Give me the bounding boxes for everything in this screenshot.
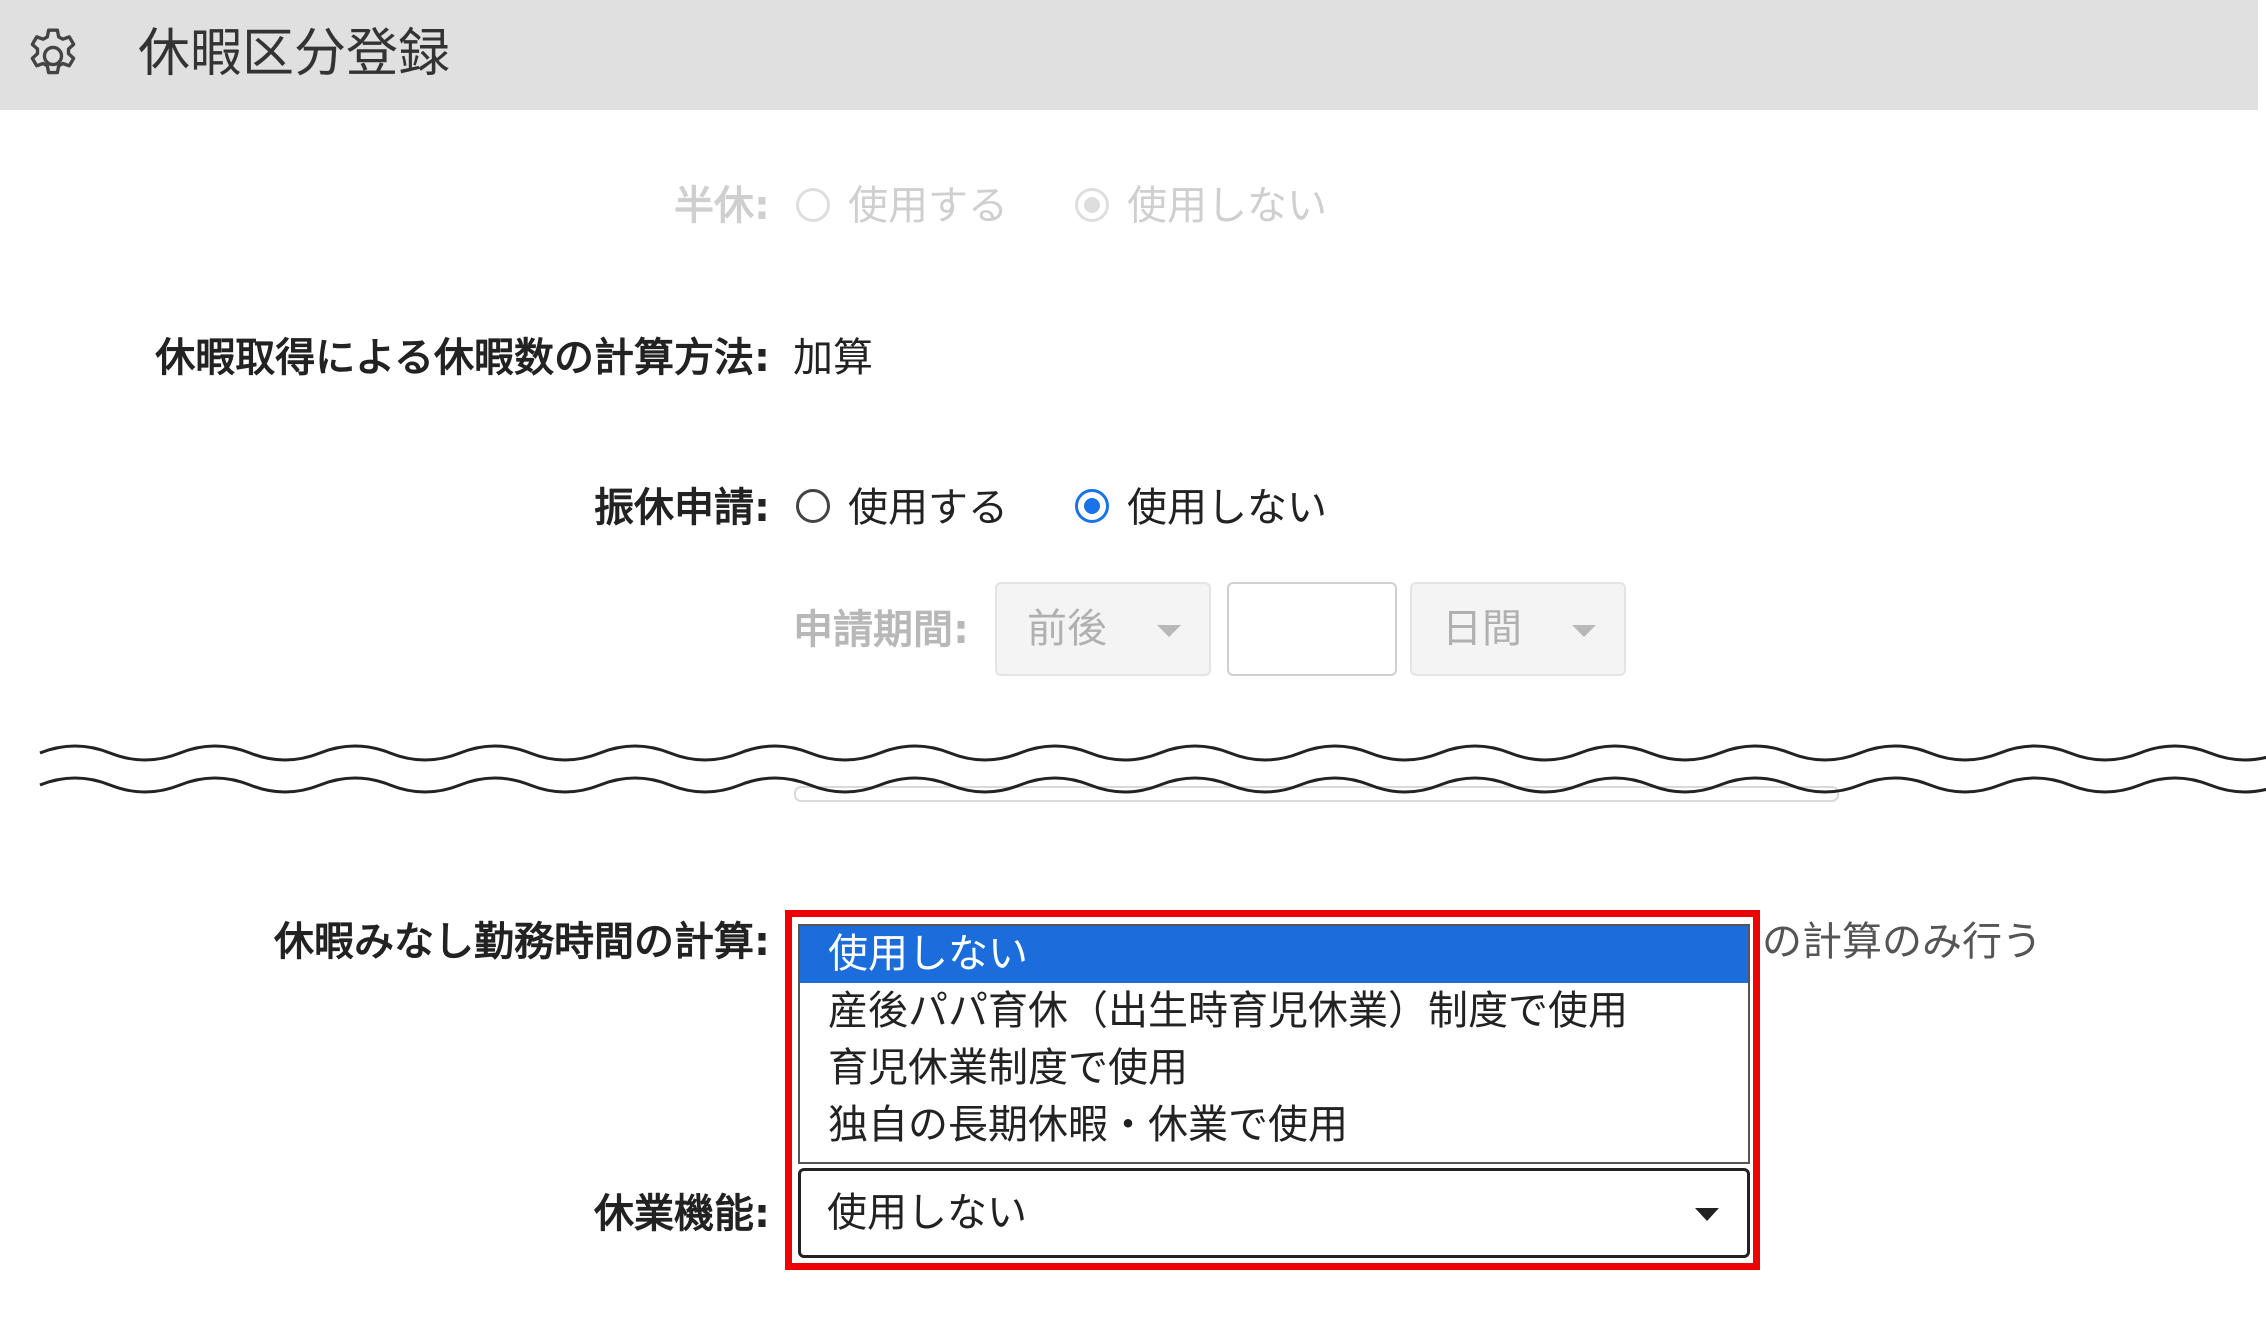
leave-function-dropdown-list[interactable]: 使用しない 産後パパ育休（出生時育児休業）制度で使用 育児休業制度で使用 独自の… bbox=[798, 924, 1750, 1164]
dropdown-option-paternity[interactable]: 産後パパ育休（出生時育児休業）制度で使用 bbox=[800, 983, 1748, 1040]
period-value-input[interactable] bbox=[1227, 582, 1397, 676]
deemed-hours-label: 休暇みなし勤務時間の計算: bbox=[274, 919, 770, 965]
substitute-option-use: 使用する bbox=[848, 485, 1008, 531]
substitute-radio-not-use[interactable] bbox=[1075, 489, 1109, 523]
deemed-hours-option-tail: の計算のみ行う bbox=[1762, 919, 2042, 965]
half-day-radio-use[interactable] bbox=[796, 188, 830, 222]
leave-function-select[interactable]: 使用しない bbox=[798, 1168, 1750, 1258]
half-day-label: 半休: bbox=[674, 183, 770, 229]
leave-function-selected-value: 使用しない bbox=[827, 1190, 1027, 1236]
dropdown-option-custom-leave[interactable]: 独自の長期休暇・休業で使用 bbox=[800, 1097, 1748, 1154]
page-title: 休暇区分登録 bbox=[138, 24, 451, 84]
period-unit-value: 日間 bbox=[1442, 606, 1522, 652]
chevron-down-icon bbox=[1695, 1208, 1719, 1221]
gear-icon[interactable] bbox=[22, 25, 84, 87]
dropdown-option-not-use[interactable]: 使用しない bbox=[800, 926, 1748, 983]
half-day-option-not-use: 使用しない bbox=[1127, 183, 1327, 229]
page-header: 休暇区分登録 bbox=[0, 0, 2258, 110]
half-day-option-use: 使用する bbox=[848, 183, 1008, 229]
substitute-option-not-use: 使用しない bbox=[1127, 485, 1327, 531]
substitute-label: 振休申請: bbox=[594, 485, 770, 531]
substitute-radio-use[interactable] bbox=[796, 489, 830, 523]
dropdown-option-childcare[interactable]: 育児休業制度で使用 bbox=[800, 1040, 1748, 1097]
chevron-down-icon bbox=[1572, 625, 1596, 637]
chevron-down-icon bbox=[1157, 625, 1181, 637]
leave-function-label: 休業機能: bbox=[594, 1191, 770, 1237]
period-direction-select[interactable]: 前後 bbox=[995, 582, 1211, 676]
wavy-cut-separator bbox=[39, 744, 2266, 802]
half-day-radio-not-use[interactable] bbox=[1075, 188, 1109, 222]
period-label: 申請期間: bbox=[793, 607, 969, 653]
period-direction-value: 前後 bbox=[1027, 606, 1107, 652]
calc-method-value: 加算 bbox=[793, 335, 873, 381]
calc-method-label: 休暇取得による休暇数の計算方法: bbox=[155, 335, 770, 381]
period-unit-select[interactable]: 日間 bbox=[1410, 582, 1626, 676]
